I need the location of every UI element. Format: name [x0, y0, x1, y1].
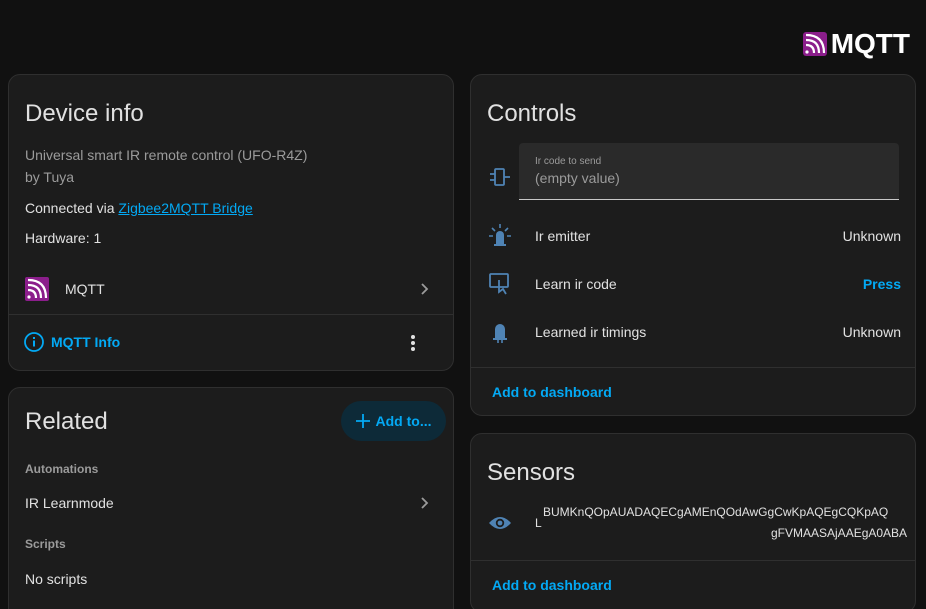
led-on-icon	[489, 224, 511, 246]
bridge-link[interactable]: Zigbee2MQTT Bridge	[118, 200, 252, 216]
control-row-ir-emitter[interactable]: Ir emitter Unknown	[471, 221, 915, 251]
automation-item-label: IR Learnmode	[25, 495, 114, 511]
integration-label: MQTT	[65, 281, 105, 297]
control-label: Learned ir timings	[535, 324, 647, 340]
control-value: Unknown	[842, 228, 901, 244]
controls-card: Controls Ir code to send (empty value) I…	[470, 74, 916, 416]
mqtt-brand: MQTT	[802, 28, 910, 60]
mqtt-info-button[interactable]: MQTT Info	[23, 331, 120, 353]
automations-heading: Automations	[25, 462, 99, 476]
eye-icon	[489, 517, 511, 529]
sensors-title: Sensors	[487, 459, 576, 486]
automation-item[interactable]: IR Learnmode	[9, 488, 453, 518]
related-title: Related	[25, 408, 108, 435]
control-value: Unknown	[842, 324, 901, 340]
sensor-value-line1: BUMKnQOpAUADAQECgAMEnQOdAwGgCwKpAQEgCQKp…	[543, 505, 889, 519]
card-divider	[9, 314, 453, 315]
hardware-version: Hardware: 1	[25, 230, 102, 246]
add-to-label: Add to...	[375, 413, 432, 429]
ir-code-input[interactable]: Ir code to send (empty value)	[519, 143, 899, 200]
ir-code-input-label: Ir code to send	[535, 156, 602, 167]
scripts-value: No scripts	[25, 571, 88, 587]
press-button[interactable]: Press	[863, 276, 901, 292]
gesture-tap-icon	[489, 273, 509, 295]
device-model: Universal smart IR remote control (UFO-R…	[25, 147, 308, 163]
sensors-card: Sensors L BUMKnQOpAUADAQECgAMEnQOdAwGgCw…	[470, 433, 916, 609]
brand-text: MQTT	[830, 28, 910, 59]
integration-row-mqtt[interactable]: MQTT	[9, 267, 453, 311]
connected-via: Connected via Zigbee2MQTT Bridge	[25, 200, 253, 216]
plus-icon	[355, 414, 370, 428]
sensor-value-line2: gFVMAASAjAAEgA0ABA	[771, 526, 908, 540]
chevron-right-icon	[421, 283, 429, 295]
control-label: Learn ir code	[535, 276, 617, 292]
mqtt-logo-icon	[802, 32, 827, 56]
sensors-add-to-dashboard-button[interactable]: Add to dashboard	[492, 577, 612, 593]
more-vert-icon[interactable]	[405, 331, 421, 355]
mqtt-integration-icon	[25, 277, 49, 301]
control-row-learned-ir-timings[interactable]: Learned ir timings Unknown	[471, 317, 915, 347]
control-row-learn-ir-code: Learn ir code Press	[471, 269, 915, 299]
chevron-right-icon	[421, 497, 429, 509]
card-divider	[471, 560, 915, 561]
controls-add-to-dashboard-button[interactable]: Add to dashboard	[492, 384, 612, 400]
mqtt-info-label: MQTT Info	[51, 334, 121, 350]
connected-via-label: Connected via	[25, 200, 119, 216]
device-info-card: Device info Universal smart IR remote co…	[8, 74, 454, 371]
sensor-row[interactable]: L BUMKnQOpAUADAQECgAMEnQOdAwGgCwKpAQEgCQ…	[471, 502, 915, 546]
control-label: Ir emitter	[535, 228, 591, 244]
device-manufacturer: by Tuya	[25, 169, 75, 185]
ir-code-input-value: (empty value)	[535, 170, 620, 186]
scripts-heading: Scripts	[25, 537, 66, 551]
controls-title: Controls	[487, 100, 577, 127]
led-icon	[493, 324, 507, 343]
sensor-label: L	[535, 516, 542, 530]
add-to-button[interactable]: Add to...	[341, 401, 446, 441]
card-divider	[471, 367, 915, 368]
remote-icon	[490, 168, 510, 186]
device-info-title: Device info	[25, 100, 144, 127]
related-card: Related Add to... Automations IR Learnmo…	[8, 387, 454, 609]
info-icon	[24, 332, 44, 352]
